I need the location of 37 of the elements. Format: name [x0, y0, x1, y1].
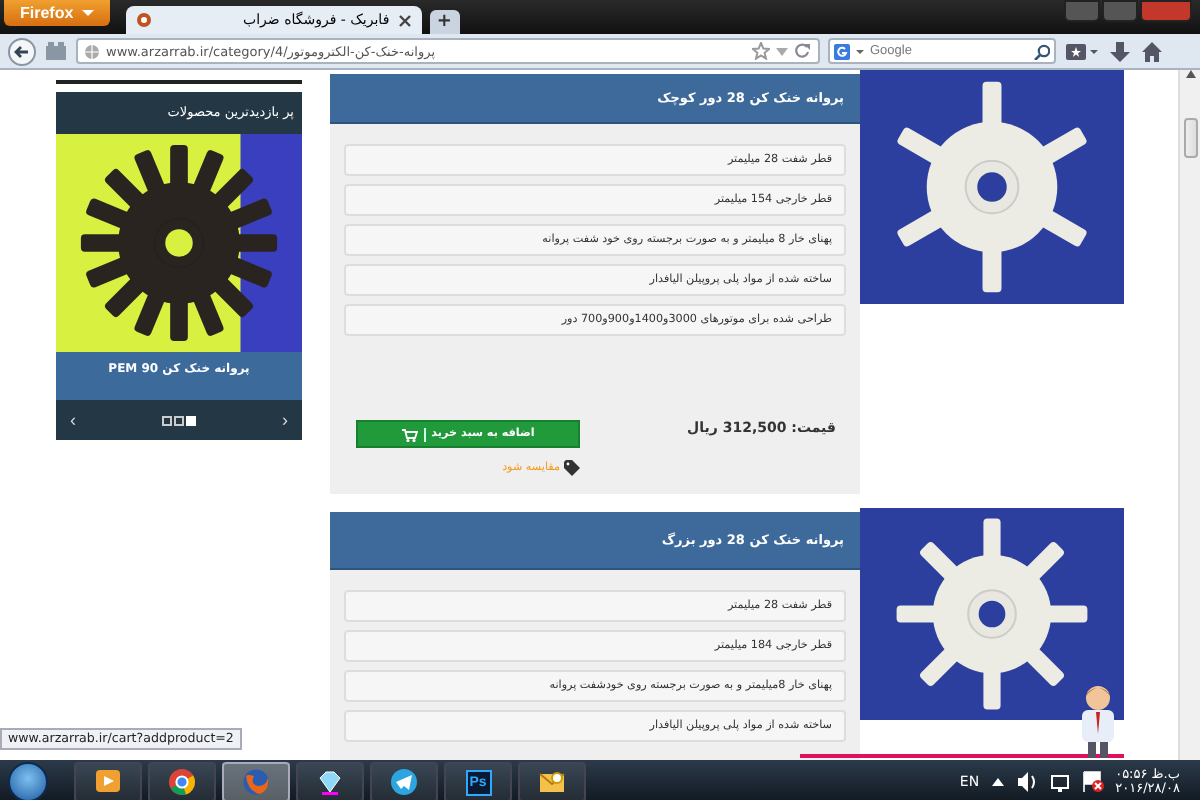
mail-app-button[interactable] — [518, 762, 586, 800]
speaker-icon[interactable] — [1015, 770, 1038, 794]
new-tab-button[interactable]: + — [429, 10, 460, 34]
bookmarks-icon[interactable] — [1064, 39, 1100, 63]
close-tab-icon[interactable] — [397, 13, 412, 27]
download-icon[interactable] — [1108, 39, 1132, 63]
browser-icon — [242, 768, 270, 796]
caret-icon[interactable] — [856, 49, 864, 53]
show-hidden-icons-icon[interactable] — [991, 778, 1004, 786]
back-button[interactable] — [8, 37, 36, 65]
scrollbar-thumb[interactable] — [1183, 118, 1197, 158]
flag-icon[interactable] — [1081, 770, 1104, 794]
gem-app-button[interactable] — [296, 762, 364, 800]
next-button[interactable]: › — [282, 410, 288, 430]
caret-icon — [81, 10, 94, 16]
search-icon[interactable] — [1034, 43, 1050, 59]
home-icon[interactable] — [1140, 39, 1164, 63]
start-button[interactable] — [8, 762, 48, 800]
envelope-icon — [538, 768, 566, 796]
globe-icon — [84, 43, 100, 59]
telegram-app-button[interactable] — [370, 762, 438, 800]
support-person-icon[interactable] — [1076, 680, 1120, 760]
chrome-app-button[interactable] — [148, 762, 216, 800]
close-window-button[interactable] — [1140, 0, 1192, 22]
network-icon[interactable] — [1049, 771, 1070, 793]
reload-icon[interactable] — [794, 42, 812, 60]
site-favicon-icon — [135, 12, 152, 28]
previous-button[interactable]: ‹ — [70, 410, 76, 430]
bookmark-star-icon[interactable] — [752, 42, 770, 60]
diamond-icon — [316, 768, 344, 796]
browser-icon — [168, 768, 196, 796]
media-app-button[interactable] — [74, 762, 142, 800]
cart-icon — [401, 427, 418, 441]
tag-icon — [564, 460, 580, 476]
play-icon — [94, 768, 122, 796]
paper-plane-icon — [390, 768, 418, 796]
search-engine-icon[interactable] — [834, 43, 850, 59]
